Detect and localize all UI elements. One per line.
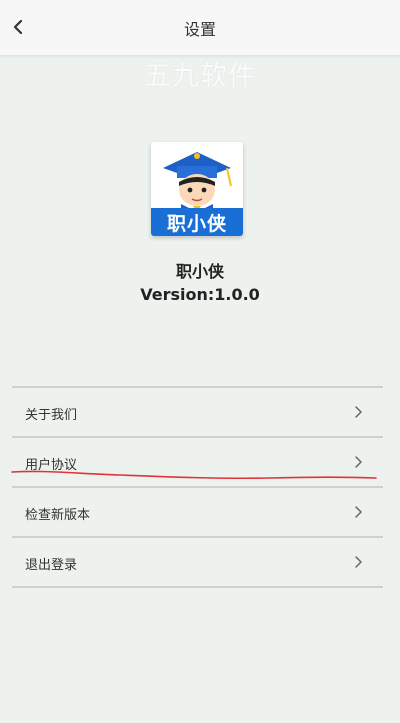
menu-item-label: 检查新版本 [25,508,91,523]
menu-item-label: 退出登录 [25,558,78,573]
menu-item-logout[interactable]: 退出登录 [12,538,383,588]
chevron-right-icon [355,506,362,518]
app-name: 职小侠 [175,262,224,281]
logo-text: 职小侠 [166,213,227,235]
menu-item-about-us[interactable]: 关于我们 [12,388,383,438]
page-title: 设置 [183,20,216,39]
app-version: Version:1.0.0 [140,285,260,304]
settings-menu: 关于我们 用户协议 检查新版本 退出登录 [12,386,383,588]
chevron-right-icon [355,406,362,418]
watermark-text: 五九软件 [144,61,256,92]
menu-item-user-agreement[interactable]: 用户协议 [12,438,383,488]
menu-item-label: 关于我们 [25,408,78,423]
menu-item-label: 用户协议 [25,458,78,473]
menu-item-check-update[interactable]: 检查新版本 [12,488,383,538]
chevron-right-icon [355,456,362,468]
top-bar: 设置 [0,0,400,56]
chevron-right-icon [355,556,362,568]
app-logo: 职小侠 [151,142,243,236]
